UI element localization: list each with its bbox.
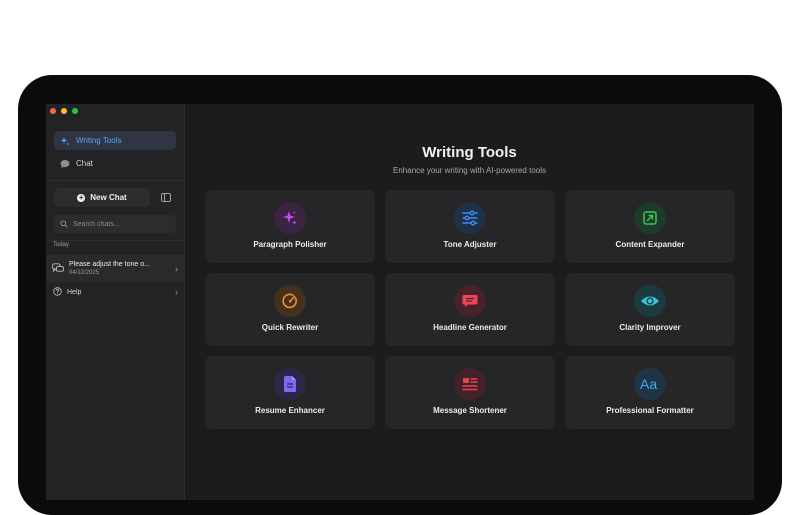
tool-label: Professional Formatter	[606, 406, 694, 415]
divider	[46, 180, 185, 181]
tool-label: Resume Enhancer	[255, 406, 325, 415]
section-label-today: Today	[53, 242, 70, 248]
tool-label: Paragraph Polisher	[253, 240, 327, 249]
maximize-window-button[interactable]	[72, 108, 78, 114]
sidebar: Writing Tools Chat + New Chat Today	[46, 104, 185, 500]
search-icon	[60, 215, 68, 233]
chevron-right-icon: ›	[175, 263, 178, 274]
close-window-button[interactable]	[50, 108, 56, 114]
expand-arrow-icon	[634, 202, 666, 234]
eye-icon	[634, 285, 666, 317]
chevron-right-icon: ›	[175, 287, 178, 297]
aa-text-icon: Aa	[634, 368, 666, 400]
document-icon	[274, 368, 306, 400]
tool-card-quick-rewriter[interactable]: Quick Rewriter	[205, 273, 375, 346]
chat-title: Please adjust the tone o...	[69, 261, 150, 268]
search-input[interactable]	[73, 220, 173, 228]
tool-label: Quick Rewriter	[261, 323, 319, 332]
rewrite-gauge-icon	[274, 285, 306, 317]
tool-card-professional-formatter[interactable]: Aa Professional Formatter	[565, 356, 735, 429]
sidebar-item-label: Chat	[76, 159, 93, 168]
sidebar-toggle-icon	[160, 189, 171, 207]
toggle-sidebar-button[interactable]	[155, 188, 176, 207]
tool-label: Tone Adjuster	[443, 240, 497, 249]
page-title: Writing Tools	[422, 144, 517, 161]
tools-grid: Paragraph Polisher Tone Adjuster Content…	[205, 190, 736, 429]
tool-card-content-expander[interactable]: Content Expander	[565, 190, 735, 263]
sidebar-item-label: Writing Tools	[76, 136, 122, 145]
tool-card-paragraph-polisher[interactable]: Paragraph Polisher	[205, 190, 375, 263]
tool-card-clarity-improver[interactable]: Clarity Improver	[565, 273, 735, 346]
tool-label: Headline Generator	[433, 323, 507, 332]
chat-bubble-icon	[60, 159, 70, 169]
chat-history-icon	[52, 260, 64, 278]
tool-card-resume-enhancer[interactable]: Resume Enhancer	[205, 356, 375, 429]
sliders-icon	[454, 202, 486, 234]
chat-date: 04/12/2025	[69, 270, 100, 276]
divider	[46, 240, 185, 241]
svg-text:Aa: Aa	[640, 376, 657, 392]
tool-card-headline-generator[interactable]: Headline Generator	[385, 273, 555, 346]
plus-icon: +	[77, 192, 86, 202]
message-list-icon	[454, 368, 486, 400]
tool-label: Message Shortener	[433, 406, 507, 415]
page-subtitle: Enhance your writing with AI-powered too…	[393, 166, 546, 175]
help-item[interactable]: Help ›	[46, 284, 185, 300]
help-circle-icon	[53, 286, 62, 298]
sidebar-item-chat[interactable]: Chat	[54, 154, 176, 173]
recent-chat-item[interactable]: Please adjust the tone o... 04/12/2025 ›	[46, 255, 185, 282]
search-box	[54, 215, 176, 233]
minimize-window-button[interactable]	[61, 108, 67, 114]
tool-card-tone-adjuster[interactable]: Tone Adjuster	[385, 190, 555, 263]
new-chat-label: New Chat	[90, 193, 127, 202]
tool-label: Clarity Improver	[619, 323, 681, 332]
app-window: Writing Tools Chat + New Chat Today	[46, 104, 754, 500]
new-chat-button[interactable]: + New Chat	[54, 188, 150, 207]
sparkle-icon	[60, 136, 70, 146]
sidebar-item-writing-tools[interactable]: Writing Tools	[54, 131, 176, 150]
tool-card-message-shortener[interactable]: Message Shortener	[385, 356, 555, 429]
sparkles-icon	[274, 202, 306, 234]
window-controls	[50, 108, 78, 114]
headline-message-icon	[454, 285, 486, 317]
main-content: Writing Tools Enhance your writing with …	[185, 104, 754, 500]
help-label: Help	[67, 288, 82, 296]
tool-label: Content Expander	[615, 240, 685, 249]
